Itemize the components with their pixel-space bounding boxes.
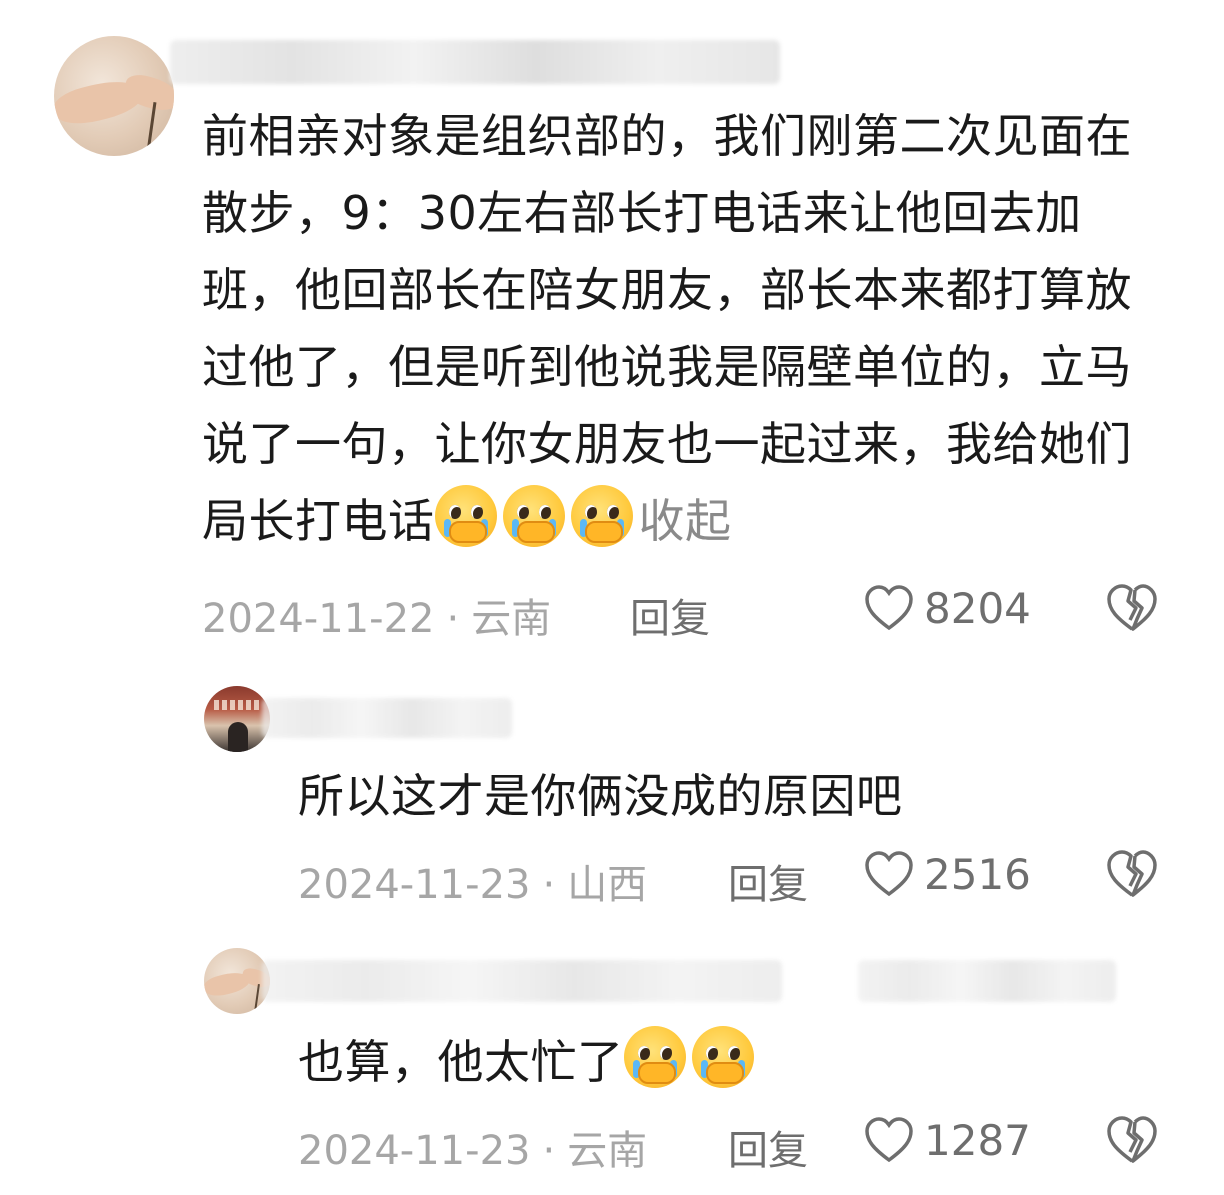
dislike-button[interactable] xyxy=(1106,584,1158,636)
username-blurred[interactable] xyxy=(170,40,780,84)
dislike-button[interactable] xyxy=(1106,850,1158,902)
like-button[interactable]: 8204 xyxy=(864,584,1031,633)
collapse-link[interactable]: 收起 xyxy=(639,494,732,548)
like-button[interactable]: 2516 xyxy=(864,850,1031,899)
reply-text: 也算，他太忙了 xyxy=(298,1024,1178,1101)
reply-button[interactable]: 回复 xyxy=(630,586,710,644)
avatar[interactable] xyxy=(204,948,270,1014)
avatar[interactable] xyxy=(204,686,270,752)
like-count: 2516 xyxy=(924,850,1031,899)
reply-text-content: 也算，他太忙了 xyxy=(298,1035,624,1089)
comment-text-content: 前相亲对象是组织部的，我们刚第二次见面在散步，9：30左右部长打电话来让他回去加… xyxy=(202,109,1132,548)
reply-item: 所以这才是你俩没成的原因吧 2024-11-23 · 山西 回复 2516 xyxy=(0,660,1224,920)
thread-icon xyxy=(254,983,260,1013)
reply-meta: 2024-11-23 · 云南 xyxy=(298,1118,647,1176)
comment-item: 前相亲对象是组织部的，我们刚第二次见面在散步，9：30左右部长打电话来让他回去加… xyxy=(0,0,1224,650)
reply-meta: 2024-11-23 · 山西 xyxy=(298,852,647,910)
comment-location: 云南 xyxy=(471,596,552,642)
reply-date: 2024-11-23 xyxy=(298,862,531,908)
username-blurred xyxy=(858,960,1116,1002)
emoji-icon xyxy=(502,485,565,547)
broken-heart-icon xyxy=(1107,1116,1157,1163)
heart-outline-icon xyxy=(865,1117,913,1163)
like-button[interactable]: 1287 xyxy=(864,1116,1031,1165)
poster-text-icon xyxy=(214,700,260,710)
emoji-icon xyxy=(623,1026,686,1088)
comment-meta: 2024-11-22 · 云南 xyxy=(202,586,551,644)
reply-item: 也算，他太忙了 2024-11-23 · 云南 回复 1287 xyxy=(0,928,1224,1188)
comment-date: 2024-11-22 xyxy=(202,596,435,642)
avatar[interactable] xyxy=(54,36,174,156)
username-blurred[interactable] xyxy=(262,960,782,1002)
broken-heart-icon xyxy=(1107,850,1157,897)
thread-icon xyxy=(146,102,157,152)
figure-icon xyxy=(228,722,248,752)
like-count: 1287 xyxy=(924,1116,1031,1165)
heart-outline-icon xyxy=(865,585,913,631)
username-blurred[interactable] xyxy=(262,698,512,738)
emoji-icon xyxy=(434,485,497,547)
separator-dot: · xyxy=(542,1128,556,1174)
separator-dot: · xyxy=(446,596,460,642)
comment-text: 前相亲对象是组织部的，我们刚第二次见面在散步，9：30左右部长打电话来让他回去加… xyxy=(202,98,1162,560)
emoji-icon xyxy=(691,1026,754,1088)
reply-text: 所以这才是你俩没成的原因吧 xyxy=(298,758,1178,835)
reply-location: 山西 xyxy=(567,862,648,908)
dislike-button[interactable] xyxy=(1106,1116,1158,1168)
separator-dot: · xyxy=(542,862,556,908)
like-count: 8204 xyxy=(924,584,1031,633)
reply-location: 云南 xyxy=(567,1128,648,1174)
heart-outline-icon xyxy=(865,851,913,897)
emoji-icon xyxy=(570,485,633,547)
reply-button[interactable]: 回复 xyxy=(728,1118,808,1176)
reply-date: 2024-11-23 xyxy=(298,1128,531,1174)
reply-button[interactable]: 回复 xyxy=(728,852,808,910)
broken-heart-icon xyxy=(1107,584,1157,631)
reply-text-content: 所以这才是你俩没成的原因吧 xyxy=(298,769,903,823)
